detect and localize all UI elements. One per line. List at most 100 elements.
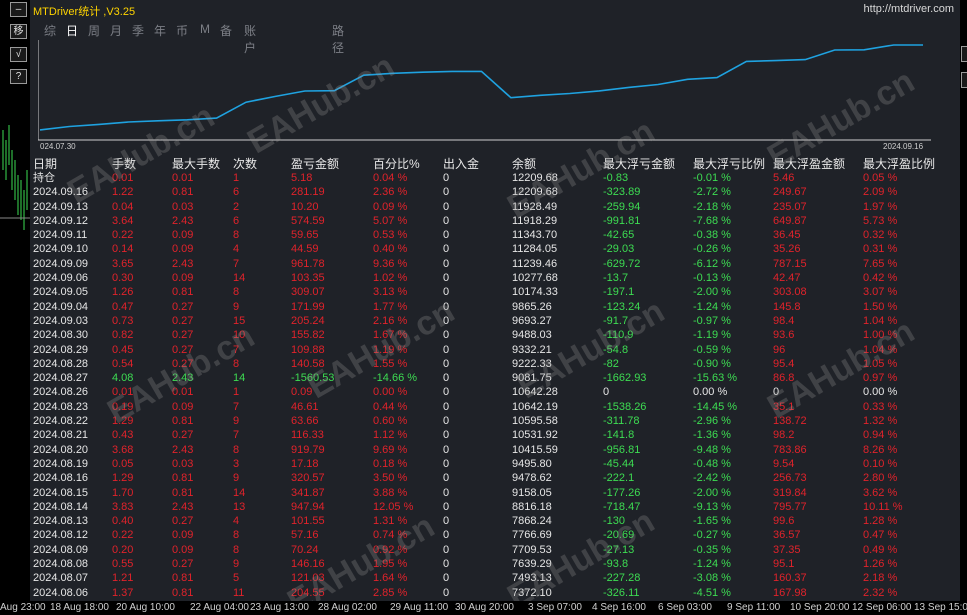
table-cell: 2024.08.27: [33, 372, 89, 385]
time-axis: Aug 23:00 18 Aug 18:00 20 Aug 10:00 22 Aug …: [0, 601, 967, 615]
table-cell: 9332.21: [512, 343, 552, 356]
table-row[interactable]: 2024.08.06 1.37 0.81 11 204.55 2.85 % 0 7372.10…: [33, 586, 958, 600]
table-cell: 0.05: [112, 457, 134, 470]
help-button[interactable]: ?: [10, 69, 27, 84]
table-row[interactable]: 2024.09.09 3.65 2.43 7 961.78 9.36 % 0 11239.46…: [33, 257, 958, 271]
table-cell: 1.19 %: [373, 343, 408, 356]
scroll-handle[interactable]: [961, 72, 967, 88]
table-row[interactable]: 2024.08.22 1.29 0.81 9 63.66 0.60 % 0 10595.58 -…: [33, 414, 958, 428]
table-row[interactable]: 2024.08.29 0.45 0.27 7 109.88 1.19 % 0 9332.21 -…: [33, 343, 958, 357]
table-cell: 3.88 %: [373, 486, 408, 499]
table-row[interactable]: 2024.08.09 0.20 0.09 8 70.24 0.92 % 0 7709.53 -2…: [33, 543, 958, 557]
tab-weekly[interactable]: 周: [88, 22, 100, 39]
table-row[interactable]: 2024.08.13 0.40 0.27 4 101.55 1.31 % 0 7868.24 -…: [33, 514, 958, 528]
table-row[interactable]: 2024.08.30 0.82 0.27 10 155.82 1.67 % 0 9488.03…: [33, 328, 958, 342]
table-cell: 783.86: [773, 443, 807, 456]
table-cell: 3.64: [112, 214, 134, 227]
tab-summary[interactable]: 综: [44, 22, 56, 39]
tab-currency[interactable]: 币: [176, 22, 188, 39]
table-row[interactable]: 2024.08.14 3.83 2.43 13 947.94 12.05 % 0 8816.1…: [33, 500, 958, 514]
column-header: 余额: [512, 157, 537, 171]
table-cell: 0: [443, 515, 450, 528]
minimize-button[interactable]: –: [10, 2, 27, 17]
table-cell: 0.19: [112, 400, 134, 413]
table-cell: 0: [443, 457, 450, 470]
table-cell: 11343.70: [512, 229, 558, 242]
tab-monthly[interactable]: 月: [110, 22, 122, 39]
table-row[interactable]: 2024.09.04 0.47 0.27 9 171.99 1.77 % 0 9865.26 -…: [33, 300, 958, 314]
table-cell: 256.73: [773, 472, 807, 485]
table-cell: 7709.53: [512, 543, 552, 556]
table-cell: 4: [233, 515, 240, 528]
table-row[interactable]: 持仓 0.01 0.01 1 5.18 0.04 % 0 12209.68 -0.83 -0.01…: [33, 171, 958, 185]
table-cell: 0.01: [112, 386, 134, 399]
table-row[interactable]: 2024.09.06 0.30 0.09 14 103.35 1.02 % 0 10277.6…: [33, 271, 958, 285]
table-row[interactable]: 2024.08.21 0.43 0.27 7 116.33 1.12 % 0 10531.92…: [33, 428, 958, 442]
tab-daily[interactable]: 日: [66, 22, 78, 39]
table-cell: 11239.46: [512, 257, 558, 270]
tab-magic[interactable]: M: [200, 22, 210, 36]
table-row[interactable]: 2024.09.13 0.04 0.03 2 10.20 0.09 % 0 11928.49 -…: [33, 200, 958, 214]
move-button[interactable]: 移: [10, 24, 27, 39]
table-cell: 205.24: [291, 314, 325, 327]
scroll-handle[interactable]: [961, 46, 967, 62]
table-row[interactable]: 2024.09.03 0.73 0.27 15 205.24 2.16 % 0 9693.27…: [33, 314, 958, 328]
table-cell: 14: [233, 486, 246, 499]
table-row[interactable]: 2024.08.23 0.19 0.09 7 46.61 0.44 % 0 10642.19 -…: [33, 400, 958, 414]
table-cell: 0.10 %: [863, 457, 898, 470]
table-cell: -29.03: [603, 243, 635, 256]
table-row[interactable]: 2024.08.16 1.29 0.81 9 320.57 3.50 % 0 9478.62 -…: [33, 471, 958, 485]
table-cell: 0.81: [172, 572, 194, 585]
table-cell: 0.03: [172, 200, 194, 213]
table-cell: -718.47: [603, 500, 641, 513]
table-cell: 8816.18: [512, 500, 552, 513]
table-cell: 138.72: [773, 415, 807, 428]
table-cell: 1.05 %: [863, 357, 898, 370]
table-cell: 101.55: [291, 515, 325, 528]
table-row[interactable]: 2024.08.27 4.08 2.43 14 -1560.53 -14.66 % 0 908…: [33, 371, 958, 385]
confirm-button[interactable]: √: [10, 47, 27, 62]
chart-start-label: 024.07.30: [40, 142, 76, 150]
tab-quarterly[interactable]: 季: [132, 22, 144, 39]
table-cell: 0.00 %: [863, 386, 898, 399]
table-cell: 1.95 %: [373, 558, 408, 571]
table-cell: 0.22: [112, 229, 134, 242]
table-cell: 17.18: [291, 457, 319, 470]
table-row[interactable]: 2024.09.10 0.14 0.09 4 44.59 0.40 % 0 11284.05 -…: [33, 242, 958, 256]
column-header: 最大浮亏金额: [603, 157, 676, 171]
table-cell: 0: [443, 400, 450, 413]
table-cell: 9488.03: [512, 329, 552, 342]
table-cell: 146.16: [291, 558, 325, 571]
table-cell: 919.79: [291, 443, 325, 456]
table-row[interactable]: 2024.08.15 1.70 0.81 14 341.87 3.88 % 0 9158.05…: [33, 486, 958, 500]
table-row[interactable]: 2024.08.08 0.55 0.27 9 146.16 1.95 % 0 7639.29 -…: [33, 557, 958, 571]
table-cell: 8: [233, 357, 240, 370]
tab-notes[interactable]: 备: [220, 22, 232, 39]
table-cell: 37.35: [773, 543, 801, 556]
table-row[interactable]: 2024.08.20 3.68 2.43 8 919.79 9.69 % 0 10415.59…: [33, 443, 958, 457]
table-row[interactable]: 2024.09.05 1.26 0.81 8 309.07 3.13 % 0 10174.33…: [33, 285, 958, 299]
table-cell: -7.68 %: [693, 214, 731, 227]
table-row[interactable]: 2024.08.07 1.21 0.81 5 121.03 1.64 % 0 7493.13 -…: [33, 571, 958, 585]
table-cell: 2: [233, 200, 240, 213]
table-cell: 103.35: [291, 272, 325, 285]
table-row[interactable]: 2024.09.12 3.64 2.43 6 574.59 5.07 % 0 11918.29…: [33, 214, 958, 228]
table-row[interactable]: 2024.08.28 0.54 0.27 8 140.58 1.55 % 0 9222.33 -…: [33, 357, 958, 371]
tab-yearly[interactable]: 年: [154, 22, 166, 39]
table-row[interactable]: 2024.09.11 0.22 0.09 8 59.65 0.53 % 0 11343.70 -…: [33, 228, 958, 242]
table-cell: 0: [443, 329, 450, 342]
website-link[interactable]: http://mtdriver.com: [864, 3, 954, 15]
table-cell: 0.54: [112, 357, 134, 370]
table-cell: 319.84: [773, 486, 807, 499]
table-cell: 947.94: [291, 500, 325, 513]
table-cell: 0.74 %: [373, 529, 408, 542]
table-row[interactable]: 2024.08.26 0.01 0.01 1 0.09 0.00 % 0 10642.28 0 0…: [33, 385, 958, 399]
table-row[interactable]: 2024.08.12 0.22 0.09 8 57.16 0.74 % 0 7766.69 -2…: [33, 528, 958, 542]
table-cell: 1.77 %: [373, 300, 408, 313]
table-row[interactable]: 2024.08.19 0.05 0.03 3 17.18 0.18 % 0 9495.80 -4…: [33, 457, 958, 471]
table-row[interactable]: 2024.09.16 1.22 0.81 6 281.19 2.36 % 0 12209.68…: [33, 185, 958, 199]
table-cell: 3: [233, 457, 240, 470]
table-cell: -2.00 %: [693, 486, 731, 499]
table-cell: 204.55: [291, 586, 325, 599]
table-cell: 167.98: [773, 586, 807, 599]
